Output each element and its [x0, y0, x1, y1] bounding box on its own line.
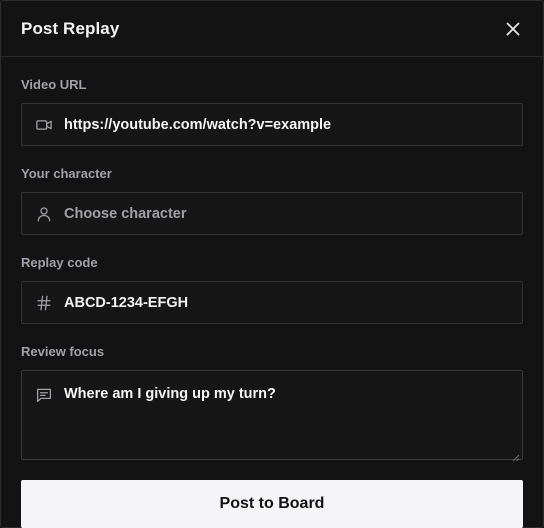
video-url-input[interactable]: https://youtube.com/watch?v=example — [21, 103, 523, 146]
user-icon — [34, 204, 54, 224]
replay-code-value: ABCD-1234-EFGH — [64, 294, 189, 311]
review-focus-value: Where am I giving up my turn? — [64, 386, 276, 402]
character-label: Your character — [21, 166, 112, 181]
review-focus-textarea[interactable]: Where am I giving up my turn? — [21, 370, 523, 462]
close-button[interactable] — [501, 17, 525, 41]
replay-code-input[interactable]: ABCD-1234-EFGH — [21, 281, 523, 324]
character-select[interactable]: Choose character — [21, 192, 523, 235]
video-url-label: Video URL — [21, 77, 87, 92]
video-url-value: https://youtube.com/watch?v=example — [64, 116, 332, 133]
dialog-body: Video URL https://youtube.com/watch?v=ex… — [1, 57, 543, 528]
dialog-title: Post Replay — [21, 18, 120, 38]
review-focus-label: Review focus — [21, 344, 105, 359]
replay-code-label: Replay code — [21, 255, 98, 270]
dialog-header: Post Replay — [1, 1, 543, 57]
message-square-icon — [34, 385, 54, 405]
post-to-board-button[interactable]: Post to Board — [21, 480, 523, 528]
resize-handle-icon[interactable] — [512, 449, 520, 462]
character-placeholder: Choose character — [64, 205, 187, 222]
hash-icon — [34, 293, 54, 313]
close-icon — [506, 22, 520, 35]
post-replay-dialog: Post Replay Video URL https://youtube.co… — [0, 0, 544, 528]
video-camera-icon — [34, 115, 54, 135]
